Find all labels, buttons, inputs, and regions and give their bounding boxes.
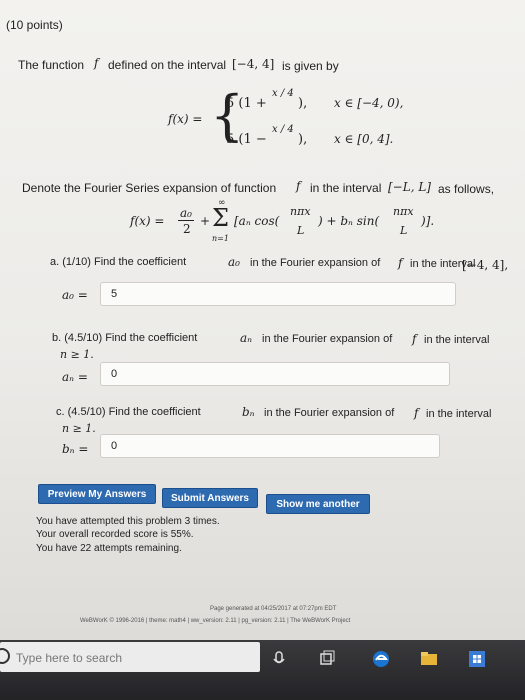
case2-close: ), — [298, 132, 308, 147]
intro-text-3: is given by — [282, 59, 339, 73]
piecewise-lhs: f(x) = — [168, 112, 203, 126]
part-a-interval: [−4, 4], — [462, 258, 509, 272]
denote-text-3: as follows, — [438, 182, 495, 196]
part-a-label: a. (1/10) Find the coefficient — [50, 256, 187, 268]
denote-text-2: in the interval — [310, 181, 382, 195]
part-b-answer-input[interactable] — [101, 363, 459, 385]
status-attempts: You have attempted this problem 3 times. — [36, 516, 220, 527]
intro-text-2: defined on the interval — [108, 58, 227, 72]
show-another-button[interactable]: Show me another — [266, 494, 370, 514]
case2-frac: x / 4 — [272, 124, 294, 135]
interval-main: [−4, 4] — [232, 57, 275, 71]
fourier-frac-bot-2: L — [400, 224, 408, 237]
submit-answers-button[interactable]: Submit Answers — [162, 488, 258, 508]
part-a-f: f — [398, 256, 403, 270]
fourier-two: 2 — [183, 222, 191, 236]
status-remaining: You have 22 attempts remaining. — [36, 543, 182, 554]
part-c-rest: in the Fourier expansion of — [264, 407, 395, 419]
part-a-rest: in the Fourier expansion of — [250, 257, 381, 269]
store-icon[interactable] — [468, 650, 486, 668]
task-view-icon[interactable] — [318, 650, 336, 668]
case1-domain: x ∈ [−4, 0), — [334, 96, 404, 110]
fourier-body-1: [aₙ cos( — [234, 214, 280, 228]
fourier-a0: a₀ — [180, 206, 192, 220]
sum-bottom: n=1 — [212, 234, 229, 243]
status-score: Your overall recorded score is 55%. — [36, 529, 194, 540]
part-c-var: bₙ — [242, 405, 255, 419]
case2-domain: x ∈ [0, 4]. — [334, 132, 394, 146]
fourier-lhs: f(x) = — [130, 214, 165, 228]
interval-L: [−L, L] — [388, 180, 431, 194]
case2-expr: 5 (1 − — [226, 132, 267, 147]
part-b-f: f — [412, 332, 417, 346]
footer-copyright: WeBWorK © 1996-2016 | theme: math4 | ww_… — [80, 618, 351, 624]
part-c-answer-label: bₙ = — [62, 442, 89, 456]
microphone-icon[interactable] — [270, 650, 288, 668]
search-placeholder: Type here to search — [16, 651, 123, 665]
edge-browser-icon[interactable] — [372, 650, 390, 668]
part-b-rest: in the Fourier expansion of — [262, 333, 393, 345]
footer-generated: Page generated at 04/25/2017 at 07:27pm … — [210, 606, 337, 612]
part-c-f: f — [414, 406, 419, 420]
problem-page: (10 points) The function f defined on th… — [0, 0, 525, 640]
part-c-cond: n ≥ 1. — [62, 422, 96, 435]
fourier-body-3: )]. — [421, 214, 435, 228]
taskbar-search-box[interactable]: Type here to search — [0, 642, 260, 672]
case1-expr: 5 (1 + — [226, 96, 267, 111]
case1-close: ), — [298, 96, 308, 111]
fourier-plus: + — [200, 214, 211, 228]
part-b-cond: n ≥ 1. — [60, 348, 94, 361]
cortana-icon[interactable] — [0, 648, 10, 664]
part-c-answer-box[interactable] — [100, 434, 449, 458]
part-b-var: aₙ — [240, 331, 253, 345]
part-c-answer-input[interactable] — [101, 435, 449, 457]
part-b-answer-label: aₙ = — [62, 370, 88, 384]
part-b-rest2: in the interval — [424, 334, 490, 346]
fourier-frac-top-2: nπx — [393, 205, 414, 218]
part-a-var: a₀ — [228, 255, 240, 269]
case1-frac: x / 4 — [272, 88, 294, 99]
sigma-icon: Σ — [212, 204, 229, 232]
fraction-bar — [178, 220, 194, 221]
intro-text-1: The function — [18, 58, 85, 72]
preview-answers-button[interactable]: Preview My Answers — [38, 484, 156, 504]
denote-f: f — [296, 179, 301, 193]
function-f: f — [94, 56, 99, 70]
part-c-label: c. (4.5/10) Find the coefficient — [56, 406, 201, 418]
fourier-frac-bot-1: L — [297, 224, 305, 237]
part-a-answer-box[interactable] — [100, 282, 465, 306]
part-a-answer-label: a₀ = — [62, 288, 88, 302]
points-label: (10 points) — [6, 18, 63, 32]
denote-text-1: Denote the Fourier Series expansion of f… — [22, 181, 277, 195]
part-b-label: b. (4.5/10) Find the coefficient — [52, 332, 198, 344]
file-explorer-icon[interactable] — [420, 650, 438, 668]
fourier-frac-top-1: nπx — [290, 205, 311, 218]
part-c-rest2: in the interval — [426, 408, 492, 420]
part-a-answer-input[interactable] — [101, 283, 465, 305]
fourier-body-2: ) + bₙ sin( — [318, 214, 380, 228]
part-b-answer-box[interactable] — [100, 362, 459, 386]
